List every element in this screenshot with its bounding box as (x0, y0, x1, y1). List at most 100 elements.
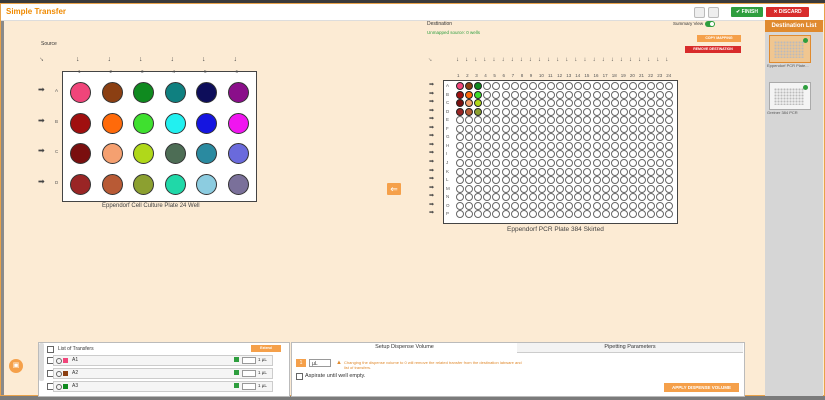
destination-well[interactable] (656, 201, 665, 210)
column-select-arrow[interactable]: ↓ (202, 56, 206, 63)
destination-well[interactable] (583, 158, 592, 167)
destination-well[interactable] (647, 150, 656, 159)
destination-well[interactable] (583, 107, 592, 116)
destination-well[interactable] (565, 176, 574, 185)
destination-card-greiner[interactable] (769, 82, 811, 110)
unit-select[interactable] (242, 357, 256, 364)
destination-well[interactable] (483, 167, 492, 176)
destination-well[interactable] (647, 201, 656, 210)
destination-well[interactable] (638, 107, 646, 116)
destination-well[interactable] (474, 184, 483, 193)
volume-input[interactable]: 1 (296, 359, 306, 367)
destination-well[interactable] (547, 116, 555, 125)
destination-well[interactable] (501, 124, 510, 133)
row-select-arrow[interactable]: ➡ (429, 192, 434, 199)
destination-well[interactable] (665, 176, 674, 185)
destination-well[interactable] (665, 141, 674, 150)
destination-well[interactable] (583, 210, 592, 219)
destination-well[interactable] (483, 124, 492, 133)
destination-well[interactable] (574, 133, 583, 142)
destination-well[interactable] (501, 141, 510, 150)
destination-well[interactable] (474, 193, 483, 202)
source-well[interactable] (101, 143, 123, 164)
destination-well[interactable] (619, 133, 628, 142)
destination-well[interactable] (565, 116, 574, 125)
destination-well[interactable] (601, 82, 610, 90)
destination-well[interactable] (556, 99, 565, 108)
destination-well[interactable] (565, 158, 574, 167)
destination-well[interactable] (610, 176, 619, 185)
column-select-arrow[interactable]: ↓ (593, 57, 596, 63)
destination-well[interactable] (519, 201, 528, 210)
destination-well[interactable] (628, 133, 637, 142)
source-well[interactable] (196, 82, 217, 103)
destination-well[interactable] (583, 133, 592, 142)
destination-well[interactable] (537, 82, 546, 90)
destination-well[interactable] (647, 193, 656, 202)
destination-well[interactable] (519, 158, 528, 167)
destination-well[interactable] (592, 90, 601, 99)
column-select-arrow[interactable]: ↓ (611, 57, 614, 63)
destination-well[interactable] (547, 82, 555, 90)
destination-well[interactable] (565, 124, 574, 133)
destination-well[interactable] (656, 193, 665, 202)
destination-well[interactable] (647, 99, 656, 108)
destination-well[interactable] (638, 176, 646, 185)
destination-well[interactable] (601, 201, 610, 210)
destination-well[interactable] (628, 201, 637, 210)
destination-well[interactable] (492, 167, 501, 176)
destination-well[interactable] (647, 167, 656, 176)
destination-well[interactable] (592, 150, 601, 159)
destination-well[interactable] (547, 184, 555, 193)
destination-well[interactable] (537, 184, 546, 193)
destination-well[interactable] (656, 82, 665, 90)
destination-well[interactable] (501, 99, 510, 108)
destination-well[interactable] (492, 90, 501, 99)
destination-well[interactable] (565, 133, 574, 142)
destination-well[interactable] (619, 116, 628, 125)
destination-well[interactable] (492, 116, 501, 125)
destination-well[interactable] (638, 141, 646, 150)
column-select-arrow[interactable]: ↓ (492, 57, 495, 63)
destination-well[interactable] (574, 158, 583, 167)
row-select-arrow[interactable]: ➡ (429, 132, 434, 139)
destination-well[interactable] (501, 82, 510, 90)
destination-well[interactable] (656, 116, 665, 125)
column-select-arrow[interactable]: ↓ (483, 57, 486, 63)
destination-well[interactable] (665, 184, 674, 193)
destination-well[interactable] (601, 116, 610, 125)
destination-well[interactable] (519, 124, 528, 133)
destination-well[interactable] (537, 210, 546, 219)
destination-well[interactable] (456, 133, 464, 142)
destination-well[interactable] (456, 150, 464, 159)
destination-well[interactable] (474, 167, 483, 176)
destination-well[interactable] (574, 90, 583, 99)
destination-well[interactable] (528, 82, 537, 90)
column-select-arrow[interactable]: ↓ (465, 57, 468, 63)
destination-well[interactable] (510, 201, 519, 210)
destination-well[interactable] (638, 99, 646, 108)
source-well[interactable] (164, 112, 186, 134)
destination-well[interactable] (610, 167, 619, 176)
destination-well[interactable] (565, 201, 574, 210)
destination-well[interactable] (665, 107, 674, 116)
destination-well[interactable] (628, 107, 637, 116)
destination-well[interactable] (574, 116, 583, 125)
destination-well[interactable] (510, 107, 519, 116)
column-select-arrow[interactable]: ↓ (638, 57, 641, 63)
select-all-checkbox[interactable] (47, 346, 54, 353)
destination-well[interactable] (537, 141, 546, 150)
destination-well[interactable] (601, 124, 610, 133)
destination-well[interactable] (547, 167, 555, 176)
destination-well[interactable] (537, 107, 546, 116)
row-select-arrow[interactable]: ➡ (429, 209, 434, 216)
destination-well[interactable] (465, 158, 474, 167)
column-select-arrow[interactable]: ↓ (538, 57, 541, 63)
transfer-arrow-button[interactable]: ⇐ (387, 183, 401, 195)
row-select-arrow[interactable]: ➡ (429, 184, 434, 191)
column-select-arrow[interactable]: ↓ (502, 57, 505, 63)
destination-well[interactable] (665, 193, 674, 202)
destination-well[interactable] (619, 201, 628, 210)
destination-well[interactable] (556, 158, 565, 167)
destination-well[interactable] (638, 90, 646, 99)
